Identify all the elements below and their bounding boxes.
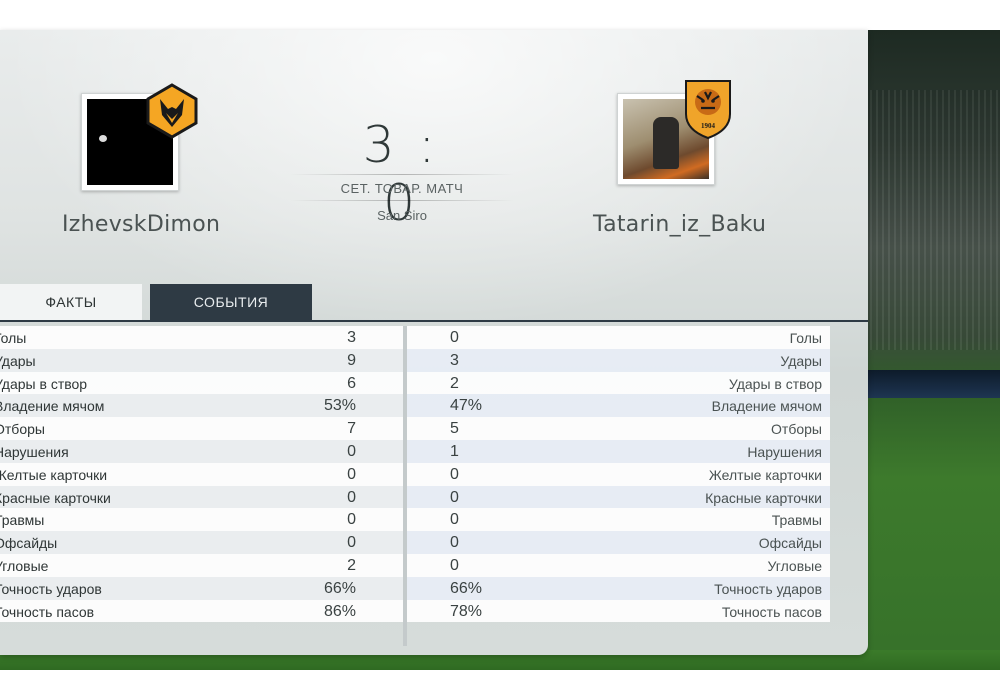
away-stat-label: Точность пасов (721, 603, 822, 620)
ball-icon (99, 135, 107, 142)
venue-label: San Siro (377, 208, 427, 223)
home-stat-value: 0 (347, 442, 356, 460)
away-stat-label: Желтые карточки (708, 466, 822, 483)
home-stat-value: 0 (347, 465, 356, 483)
away-stat-value: 0 (450, 511, 459, 529)
away-stat-value: 5 (450, 420, 459, 438)
home-stat-label: Удары (0, 352, 36, 369)
table-row: Красные карточки 0 0 Красные карточки (0, 485, 868, 509)
home-stat-label: Травмы (0, 512, 45, 529)
home-stat-value: 66% (323, 579, 356, 597)
away-stat-value: 47% (450, 397, 483, 415)
away-stat-label: Точность ударов (714, 580, 822, 597)
away-stat-value: 0 (450, 556, 459, 574)
table-row: Угловые 2 0 Угловые (0, 553, 868, 577)
table-row: Офсайды 0 0 Офсайды (0, 531, 868, 554)
home-player-name: IzhevskDimon (62, 212, 221, 237)
away-stat-value: 78% (450, 602, 483, 620)
home-stat-label: Удары в створ (0, 375, 88, 392)
home-stat-value: 2 (347, 556, 356, 574)
home-stat-label: Красные карточки (0, 489, 111, 506)
away-stat-label: Владение мячом (711, 398, 822, 415)
table-row: Точность ударов 66% 66% Точность ударов (0, 576, 868, 600)
home-stat-label: Точность ударов (0, 580, 102, 597)
home-stat-value: 7 (347, 420, 356, 438)
away-stat-label: Удары (780, 352, 822, 369)
tab-underline (0, 320, 868, 322)
home-stat-label: Желтые карточки (0, 466, 108, 483)
home-stat-label: Угловые (0, 557, 49, 574)
table-row: Точность пасов 86% 78% Точность пасов (0, 599, 868, 623)
tab-events[interactable]: СОБЫТИЯ (150, 284, 312, 320)
stats-center-divider (403, 326, 407, 646)
home-stat-value: 6 (347, 374, 356, 392)
away-stat-value: 0 (450, 488, 459, 506)
wolves-badge-icon (146, 83, 198, 139)
away-stat-value: 0 (450, 329, 459, 346)
hull-tiger-badge-icon: 1904 (685, 80, 731, 140)
match-type-label: СЕТ. ТОВАР. МАТЧ (340, 181, 464, 196)
divider-line (290, 174, 514, 175)
home-stat-label: Офсайды (0, 535, 58, 552)
table-row: Желтые карточки 0 0 Желтые карточки (0, 462, 868, 486)
away-player-name: Tatarin_iz_Baku (593, 212, 767, 237)
tab-facts[interactable]: ФАКТЫ (0, 284, 142, 320)
away-stat-label: Травмы (771, 512, 822, 529)
away-stat-label: Угловые (767, 557, 822, 574)
svg-text:1904: 1904 (701, 122, 716, 130)
table-row: Владение мячом 53% 47% Владение мячом (0, 394, 868, 418)
home-stat-label: Точность пасов (0, 603, 95, 620)
away-stat-value: 66% (450, 579, 483, 597)
table-row: Нарушения 0 1 Нарушения (0, 439, 868, 463)
home-stat-value: 86% (323, 602, 356, 620)
divider-line (290, 200, 514, 201)
table-row: Голы 3 0 Голы (0, 326, 868, 349)
home-stat-value: 0 (347, 511, 356, 529)
away-stat-label: Отборы (771, 421, 822, 438)
away-stat-label: Удары в створ (728, 375, 822, 392)
away-stat-value: 2 (450, 374, 459, 392)
table-row: Удары 9 3 Удары (0, 348, 868, 372)
home-stat-label: Владение мячом (0, 398, 105, 415)
home-stat-label: Отборы (0, 421, 45, 438)
away-stat-value: 0 (450, 534, 459, 552)
away-stat-value: 0 (450, 465, 459, 483)
away-stat-label: Голы (789, 330, 822, 346)
stats-table: Голы 3 0 Голы Удары 9 3 Удары Удары в ст… (0, 326, 868, 623)
home-stat-value: 0 (347, 488, 356, 506)
table-row: Удары в створ 6 2 Удары в створ (0, 371, 868, 395)
table-row: Травмы 0 0 Травмы (0, 508, 868, 532)
away-stat-label: Офсайды (758, 535, 822, 552)
away-stat-value: 1 (450, 442, 459, 460)
home-stat-value: 9 (347, 351, 356, 369)
home-stat-value: 0 (347, 534, 356, 552)
table-row: Отборы 7 5 Отборы (0, 417, 868, 440)
away-stat-label: Нарушения (747, 443, 822, 460)
home-stat-label: Голы (0, 330, 27, 346)
away-stat-label: Красные карточки (705, 489, 822, 506)
home-stat-label: Нарушения (0, 443, 69, 460)
home-stat-value: 3 (347, 329, 356, 346)
soldier-figure (653, 117, 679, 169)
away-stat-value: 3 (450, 351, 459, 369)
home-stat-value: 53% (323, 397, 356, 415)
